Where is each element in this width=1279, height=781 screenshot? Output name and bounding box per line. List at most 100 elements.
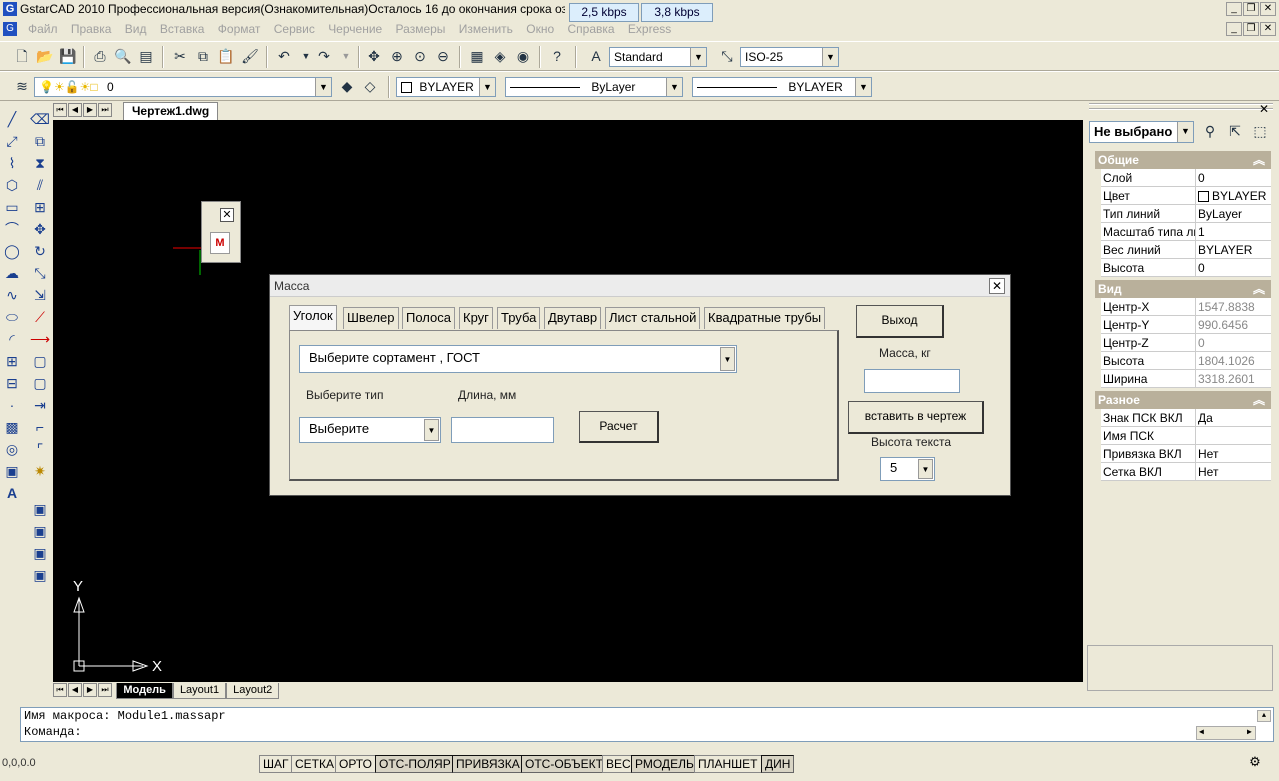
prop-row[interactable]: Тип линий ByLayer (1101, 205, 1271, 223)
collapse-icon[interactable]: ︽ (1253, 280, 1265, 298)
collapse-icon[interactable]: ︽ (1253, 391, 1265, 409)
fillet-icon[interactable]: ⌜ (30, 439, 50, 459)
doc-close-icon[interactable]: ✕ (1260, 22, 1276, 36)
rectangle-icon[interactable]: ▭ (2, 197, 22, 217)
trim-icon[interactable]: ⟋ (30, 307, 50, 327)
redo-icon[interactable]: ↷ (314, 46, 334, 66)
text-style-icon[interactable]: A (586, 46, 606, 66)
stretch-icon[interactable]: ⇲ (30, 285, 50, 305)
last-layout-icon[interactable]: ⏭ (98, 682, 112, 697)
scale-icon[interactable]: ⤡ (30, 263, 50, 283)
xline-icon[interactable]: ⤢ (2, 131, 22, 151)
ellipse-arc-icon[interactable]: ◜ (2, 329, 22, 349)
prop-row[interactable]: Слой 0 (1101, 169, 1271, 187)
doc-restore-icon[interactable]: ❐ (1243, 22, 1259, 36)
tab-shveler[interactable]: Швелер (343, 307, 399, 329)
ortho-toggle[interactable]: ОРТО (335, 755, 376, 773)
zoom-realtime-icon[interactable]: ⊕ (387, 46, 407, 66)
exit-button[interactable]: Выход (856, 305, 944, 338)
make-block-icon[interactable]: ⊟ (2, 373, 22, 393)
text-style-select[interactable]: Standard ▼ (609, 47, 707, 67)
tray-settings-icon[interactable]: ⚙ (1246, 754, 1264, 772)
next-layout-icon[interactable]: ▶ (83, 682, 97, 697)
extend-icon[interactable]: ⟶ (30, 329, 50, 349)
chevron-down-icon[interactable]: ▼ (1177, 122, 1193, 142)
pickadd-icon[interactable]: ⚲ (1200, 121, 1220, 141)
prev-layout-icon[interactable]: ◀ (68, 682, 82, 697)
menu-window[interactable]: Окно (526, 22, 554, 36)
osnap-toggle[interactable]: ПРИВЯЗКА (452, 755, 524, 773)
paste-icon[interactable]: 📋 (216, 46, 236, 66)
prop-row[interactable]: Высота 0 (1101, 259, 1271, 277)
zoom-window-icon[interactable]: ⊙ (410, 46, 430, 66)
undo-icon[interactable]: ↶ (274, 46, 294, 66)
tab-polosa[interactable]: Полоса (402, 307, 455, 329)
prop-row[interactable]: Высота 1804.1026 (1101, 352, 1271, 370)
menu-modify[interactable]: Изменить (459, 22, 513, 36)
scroll-up-icon[interactable]: ▲ (1257, 710, 1271, 722)
close-icon[interactable]: ✕ (1260, 2, 1276, 16)
insert-block-icon[interactable]: ⊞ (2, 351, 22, 371)
sortament-select[interactable]: Выберите сортамент , ГОСТ ▼ (299, 345, 737, 373)
region-icon[interactable]: ◎ (2, 439, 22, 459)
type-select[interactable]: Выберите ▼ (299, 417, 441, 443)
color-select[interactable]: BYLAYER ▼ (396, 77, 496, 97)
prop-row[interactable]: Имя ПСК (1101, 427, 1271, 445)
open-icon[interactable]: 📂 (35, 46, 55, 66)
tab-dvutavr[interactable]: Двутавр (544, 307, 602, 329)
draw-order-above-icon[interactable]: ▣ (30, 543, 50, 563)
minimize-icon[interactable]: _ (1226, 2, 1242, 16)
menu-tools[interactable]: Сервис (274, 22, 315, 36)
tab-krug[interactable]: Круг (459, 307, 493, 329)
layer-previous-icon[interactable]: ◇ (360, 76, 380, 96)
doc-minimize-icon[interactable]: _ (1226, 22, 1242, 36)
menu-express[interactable]: Express (628, 22, 671, 36)
copy-object-icon[interactable]: ⧉ (30, 131, 50, 151)
print-icon[interactable]: ⎙ (90, 46, 110, 66)
chamfer-icon[interactable]: ⌐ (30, 417, 50, 437)
chevron-down-icon[interactable]: ▼ (424, 419, 439, 441)
tab-kvadratnye-truby[interactable]: Квадратные трубы (704, 307, 826, 329)
break-at-point-icon[interactable]: ▢ (30, 373, 50, 393)
prop-row[interactable]: Знак ПСК ВКЛ Да (1101, 409, 1271, 427)
layer-manager-icon[interactable]: ≋ (12, 76, 32, 96)
text-height-select[interactable]: 5 ▼ (880, 457, 935, 481)
prop-row[interactable]: Центр-Z 0 (1101, 334, 1271, 352)
make-current-layer-icon[interactable]: ◆ (337, 76, 357, 96)
move-icon[interactable]: ✥ (30, 219, 50, 239)
chevron-down-icon[interactable]: ▼ (479, 78, 495, 96)
calc-button[interactable]: Расчет (579, 411, 659, 443)
tool-palettes-icon[interactable]: ◉ (513, 46, 533, 66)
section-misc[interactable]: Разное ︽ (1095, 391, 1271, 409)
lineweight-toggle[interactable]: ВЕС (602, 755, 635, 773)
properties-icon[interactable]: ▦ (467, 46, 487, 66)
otrack-toggle[interactable]: ОТС-ОБЪЕКТ (521, 755, 607, 773)
prop-row[interactable]: Привязка ВКЛ Нет (1101, 445, 1271, 463)
insert-into-drawing-button[interactable]: вставить в чертеж (848, 401, 984, 434)
polar-toggle[interactable]: ОТС-ПОЛЯР (375, 755, 455, 773)
prop-row[interactable]: Сетка ВКЛ Нет (1101, 463, 1271, 481)
tab-list-stalnoy[interactable]: Лист стальной (605, 307, 701, 329)
command-prompt[interactable]: Команда: (21, 724, 1273, 740)
command-window[interactable]: Имя макроса: Module1.massapr Команда: ▲ … (20, 707, 1274, 742)
arc-icon[interactable]: ⌒ (2, 219, 22, 239)
section-view[interactable]: Вид ︽ (1095, 280, 1271, 298)
dim-style-select[interactable]: ISO-25 ▼ (740, 47, 839, 67)
menu-insert[interactable]: Вставка (160, 22, 205, 36)
publish-icon[interactable]: ▤ (136, 46, 156, 66)
selection-select[interactable]: Не выбрано ▼ (1089, 121, 1194, 143)
break-icon[interactable]: ▢ (30, 351, 50, 371)
save-icon[interactable]: 💾 (58, 46, 78, 66)
menu-dimension[interactable]: Размеры (396, 22, 446, 36)
print-preview-icon[interactable]: 🔍 (113, 46, 133, 66)
prop-row[interactable]: Ширина 3318.2601 (1101, 370, 1271, 388)
mini-close-icon[interactable]: ✕ (220, 208, 234, 222)
tab-truba[interactable]: Труба (497, 307, 541, 329)
prop-row[interactable]: Вес линий BYLAYER (1101, 241, 1271, 259)
dim-style-icon[interactable]: ⤡ (717, 46, 737, 66)
mirror-icon[interactable]: ⧗ (30, 153, 50, 173)
model-toggle[interactable]: РМОДЕЛЬ (631, 755, 698, 773)
redo-dropdown-icon[interactable]: ▼ (336, 46, 356, 66)
help-icon[interactable]: ? (547, 46, 567, 66)
zoom-previous-icon[interactable]: ⊖ (433, 46, 453, 66)
